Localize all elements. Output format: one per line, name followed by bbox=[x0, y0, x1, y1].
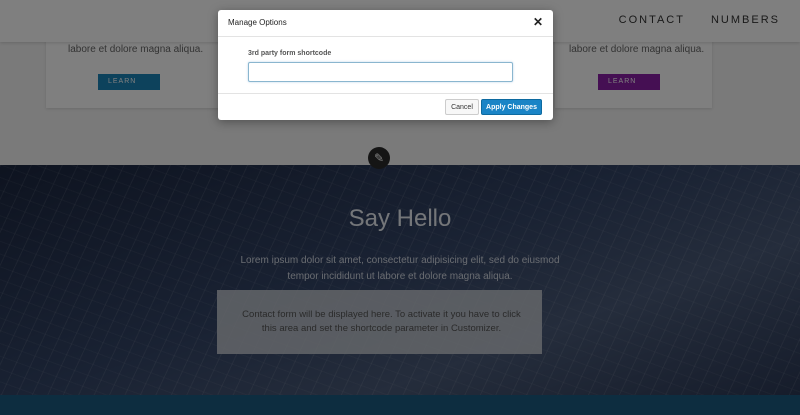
dialog-header: Manage Options ✕ bbox=[218, 10, 553, 37]
shortcode-field-label: 3rd party form shortcode bbox=[248, 50, 332, 57]
shortcode-input[interactable] bbox=[248, 62, 513, 82]
close-icon[interactable]: ✕ bbox=[533, 15, 543, 29]
dialog-footer-divider bbox=[218, 93, 553, 94]
manage-options-dialog: Manage Options ✕ 3rd party form shortcod… bbox=[218, 10, 553, 120]
cancel-button[interactable]: Cancel bbox=[445, 99, 479, 115]
apply-changes-button[interactable]: Apply Changes bbox=[481, 99, 542, 115]
dialog-title: Manage Options bbox=[228, 18, 287, 27]
